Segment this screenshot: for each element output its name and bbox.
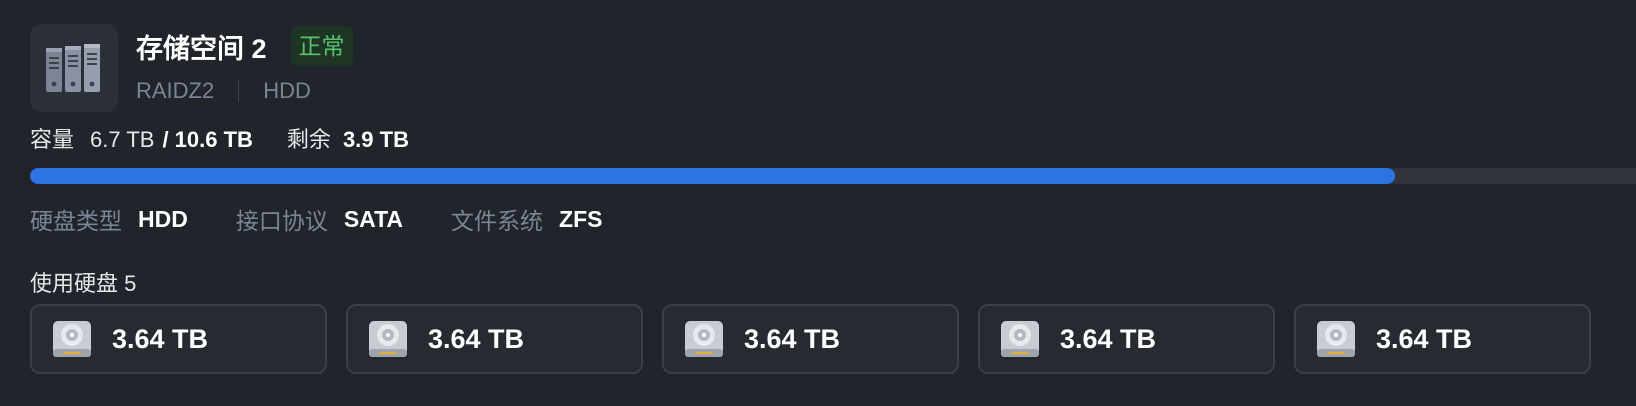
- disk-card[interactable]: 3.64 TB: [1294, 304, 1591, 374]
- pool-meta: RAIDZ2 HDD: [136, 78, 353, 104]
- interface-label: 接口协议: [235, 208, 328, 234]
- disk-card[interactable]: 3.64 TB: [30, 304, 327, 374]
- disk-list: 3.64 TB 3.64 TB 3.64 TB 3.64 TB 3.64 TB: [30, 304, 1610, 374]
- disk-card[interactable]: 3.64 TB: [978, 304, 1275, 374]
- disk-size: 3.64 TB: [744, 323, 841, 354]
- hard-disk-icon: [685, 321, 723, 357]
- capacity-progress-bar: [30, 168, 1636, 184]
- disk-size: 3.64 TB: [1060, 323, 1157, 354]
- disk-type-label: 硬盘类型: [30, 208, 122, 234]
- hard-disk-icon: [1317, 321, 1355, 357]
- pool-icon-tile: [30, 24, 118, 112]
- pool-title-block: 存储空间 2 正常 RAIDZ2 HDD: [136, 24, 353, 104]
- status-badge: 正常: [290, 26, 353, 66]
- spec-row: 硬盘类型 HDD 接口协议 SATA 文件系统 ZFS: [30, 202, 651, 236]
- capacity-progress-fill: [30, 168, 1396, 184]
- free-value: 3.9 TB: [342, 127, 409, 152]
- capacity-label: 容量: [30, 127, 75, 152]
- media-type: HDD: [263, 78, 311, 103]
- pool-title-row: 存储空间 2 正常: [136, 24, 353, 68]
- pool-title: 存储空间 2: [136, 33, 267, 64]
- disk-size: 3.64 TB: [428, 323, 525, 354]
- interface-value: SATA: [343, 205, 404, 232]
- filesystem-value: ZFS: [559, 205, 603, 232]
- free-label: 剩余: [286, 127, 331, 152]
- disk-type-value: HDD: [138, 205, 188, 232]
- pool-header: 存储空间 2 正常 RAIDZ2 HDD: [30, 24, 353, 112]
- hard-disk-icon: [1001, 321, 1039, 357]
- capacity-total: / 10.6 TB: [162, 127, 253, 152]
- disk-size: 3.64 TB: [1376, 323, 1473, 354]
- meta-divider: [238, 80, 240, 102]
- disk-card[interactable]: 3.64 TB: [662, 304, 959, 374]
- server-stack-icon: [46, 44, 100, 92]
- disks-heading: 使用硬盘 5: [30, 271, 137, 296]
- raid-level: RAIDZ2: [136, 78, 215, 103]
- hard-disk-icon: [53, 321, 91, 357]
- disk-size: 3.64 TB: [112, 323, 209, 354]
- capacity-used: 6.7 TB: [90, 127, 155, 152]
- hard-disk-icon: [369, 321, 407, 357]
- capacity-summary: 容量 6.7 TB / 10.6 TB 剩余 3.9 TB: [30, 122, 409, 154]
- filesystem-label: 文件系统: [451, 208, 544, 234]
- disk-card[interactable]: 3.64 TB: [346, 304, 643, 374]
